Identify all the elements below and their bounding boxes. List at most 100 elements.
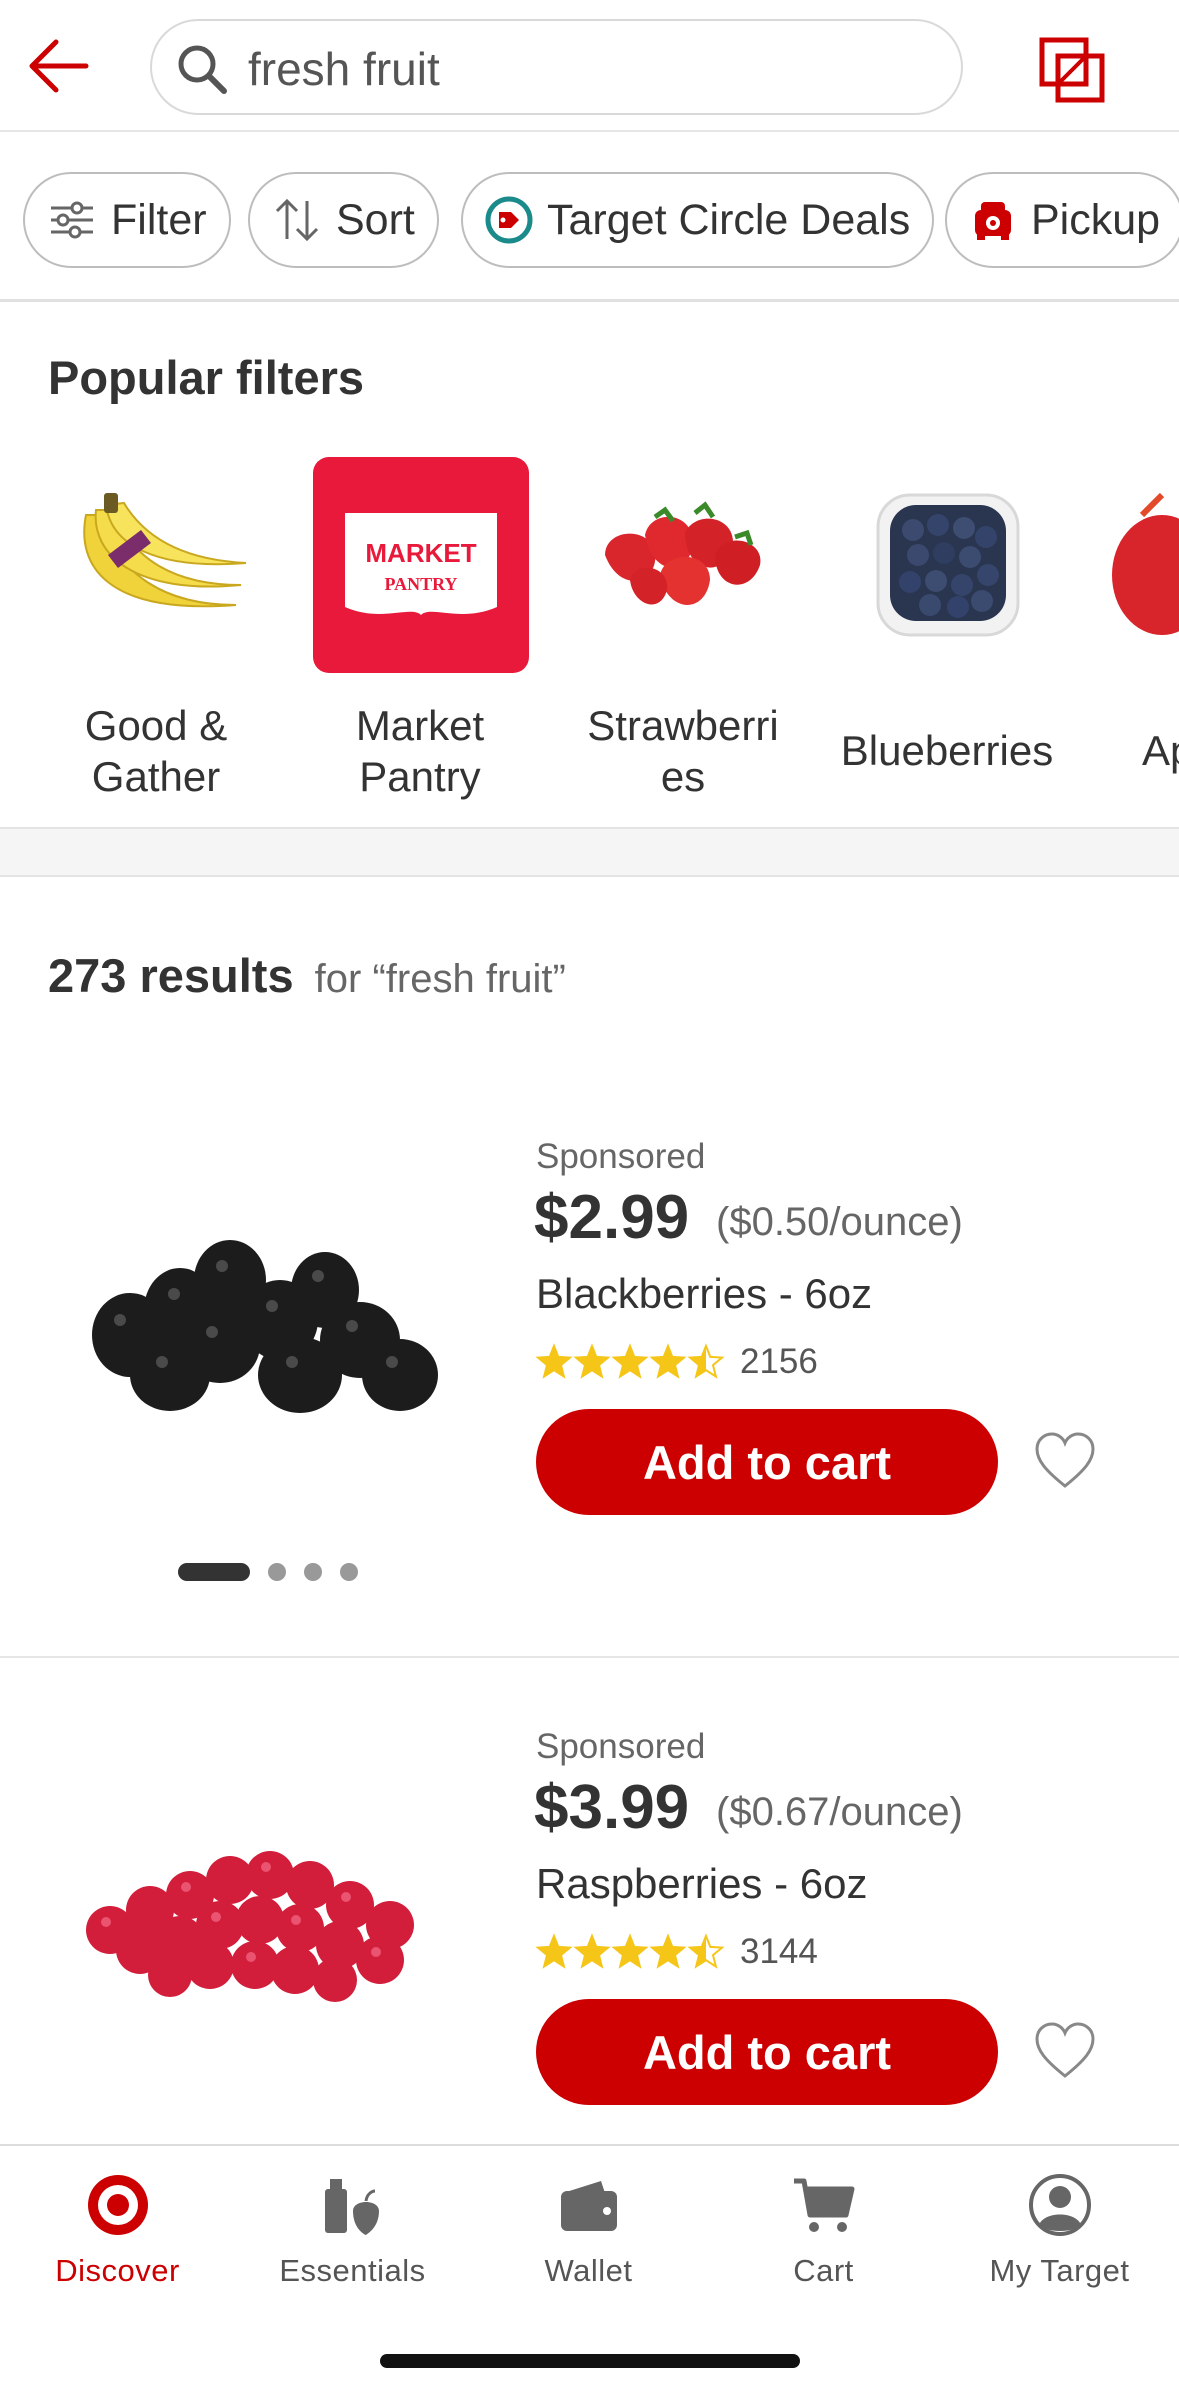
- filter-chip[interactable]: Filter: [23, 172, 231, 268]
- star-icon: [649, 1933, 687, 1969]
- results-count: 273 results: [48, 949, 294, 1002]
- star-fill: [614, 1346, 646, 1377]
- strawberries-image: [605, 501, 761, 605]
- popular-filter-label-apples: Ap: [1142, 727, 1179, 774]
- nav-discover-label: Discover: [55, 2253, 180, 2288]
- blueberries-image: [876, 493, 1020, 637]
- product-name[interactable]: Blackberries - 6oz: [536, 1270, 872, 1318]
- nav-essentials-label: Essentials: [279, 2253, 426, 2288]
- product-card[interactable]: Sponsored $2.99 ($0.50/ounce) Blackberri…: [0, 1090, 1179, 1680]
- product-price: $2.99: [534, 1183, 690, 1252]
- target-logo-icon: [87, 2175, 148, 2235]
- star-fill: [652, 1936, 684, 1967]
- star-fill: [576, 1346, 608, 1377]
- nav-my-target[interactable]: My Target: [942, 2171, 1177, 2321]
- sort-chip[interactable]: Sort: [248, 172, 439, 268]
- target-circle-deals-label: Target Circle Deals: [547, 195, 911, 244]
- popular-filter-label-strawberries: Strawberri es: [587, 702, 779, 800]
- nav-discover[interactable]: Discover: [0, 2171, 235, 2321]
- search-query-text: fresh fruit: [248, 43, 440, 95]
- pickup-chip-label: Pickup: [1031, 195, 1161, 244]
- pickup-car-icon: [975, 202, 1011, 240]
- product-rating[interactable]: 3144: [536, 1932, 818, 1972]
- product-unit-price: ($0.67/ounce): [716, 1790, 963, 1834]
- star-fill: [614, 1936, 646, 1967]
- nav-my-target-label: My Target: [989, 2253, 1130, 2288]
- carousel-dot: [340, 1563, 358, 1581]
- results-summary: 273 results for “fresh fruit”: [48, 948, 566, 1003]
- scan-icon[interactable]: [1038, 36, 1106, 104]
- target-circle-deals-chip[interactable]: Target Circle Deals: [461, 172, 935, 268]
- star-icon: [649, 1343, 687, 1379]
- star-icon: [687, 1343, 725, 1379]
- nav-cart-label: Cart: [793, 2253, 854, 2288]
- add-to-cart-button[interactable]: Add to cart: [536, 1409, 998, 1515]
- account-icon: [1028, 2174, 1091, 2236]
- bananas-image: [83, 493, 247, 608]
- star-icon: [536, 1933, 573, 1969]
- favorite-heart-icon[interactable]: [1033, 2020, 1097, 2084]
- image-carousel-dots[interactable]: [178, 1562, 358, 1582]
- star-icon: [687, 1933, 725, 1969]
- market-pantry-logo: MARKET PANTRY: [313, 457, 529, 673]
- favorite-heart-icon[interactable]: [1033, 1430, 1097, 1494]
- carousel-dot: [304, 1563, 322, 1581]
- star-fill: [652, 1346, 684, 1377]
- popular-filter-label-good-gather: Good & Gather: [84, 702, 228, 800]
- popular-filter-label-blueberries: Blueberries: [840, 727, 1054, 774]
- nav-essentials[interactable]: Essentials: [235, 2171, 470, 2321]
- blackberries-image[interactable]: [70, 1170, 460, 1450]
- star-rating-icon: [536, 1933, 725, 1969]
- top-bar: fresh fruit: [0, 0, 1179, 132]
- nav-cart[interactable]: Cart: [706, 2171, 941, 2321]
- product-rating[interactable]: 2156: [536, 1342, 818, 1382]
- search-icon: [178, 45, 227, 94]
- star-fill: [538, 1346, 570, 1377]
- review-count: 3144: [740, 1932, 818, 1971]
- back-arrow-icon[interactable]: [22, 30, 94, 102]
- popular-filter-market-pantry[interactable]: MARKET PANTRY: [311, 455, 531, 675]
- sliders-icon: [51, 201, 93, 239]
- star-fill: [538, 1936, 570, 1967]
- nav-wallet-label: Wallet: [544, 2253, 633, 2288]
- raspberries-image[interactable]: [70, 1760, 460, 2040]
- popular-filters-title: Popular filters: [48, 351, 365, 404]
- nav-wallet[interactable]: Wallet: [471, 2171, 706, 2321]
- review-count: 2156: [740, 1342, 818, 1381]
- star-icon: [573, 1343, 611, 1379]
- carousel-dot: [268, 1563, 286, 1581]
- star-icon: [611, 1343, 649, 1379]
- sponsored-label: Sponsored: [536, 1727, 706, 1766]
- pickup-chip[interactable]: Pickup: [945, 172, 1179, 268]
- popular-filter-strawberries[interactable]: [575, 455, 795, 675]
- product-divider: [0, 1656, 1179, 1658]
- home-indicator: [380, 2354, 800, 2368]
- sort-chip-label: Sort: [336, 195, 415, 244]
- star-icon: [573, 1933, 611, 1969]
- search-input[interactable]: fresh fruit: [150, 19, 963, 115]
- star-icon: [611, 1933, 649, 1969]
- target-circle-tag-icon: [485, 196, 533, 244]
- product-unit-price: ($0.50/ounce): [716, 1200, 963, 1244]
- filter-chip-row: Filter Sort Target Circle Deals Pickup: [0, 132, 1179, 302]
- popular-filter-label-market-pantry: Market Pantry: [355, 702, 485, 800]
- star-rating-icon: [536, 1343, 725, 1379]
- apples-image: [1112, 492, 1179, 635]
- essentials-icon: [324, 2179, 379, 2235]
- svg-text:PANTRY: PANTRY: [384, 574, 457, 594]
- popular-filter-blueberries[interactable]: [838, 455, 1058, 675]
- popular-filter-good-gather[interactable]: [46, 455, 266, 675]
- results-query: for “fresh fruit”: [314, 957, 566, 1001]
- cart-icon: [793, 2178, 854, 2232]
- section-separator: [0, 827, 1179, 877]
- sponsored-label: Sponsored: [536, 1137, 706, 1176]
- svg-text:MARKET: MARKET: [365, 538, 476, 568]
- sort-arrows-icon: [275, 198, 319, 242]
- product-name[interactable]: Raspberries - 6oz: [536, 1860, 867, 1908]
- add-to-cart-button[interactable]: Add to cart: [536, 1999, 998, 2105]
- product-price: $3.99: [534, 1773, 690, 1842]
- star-fill: [576, 1936, 608, 1967]
- carousel-dot-active: [178, 1563, 250, 1581]
- popular-filter-apples[interactable]: [1102, 455, 1179, 675]
- star-icon: [536, 1343, 573, 1379]
